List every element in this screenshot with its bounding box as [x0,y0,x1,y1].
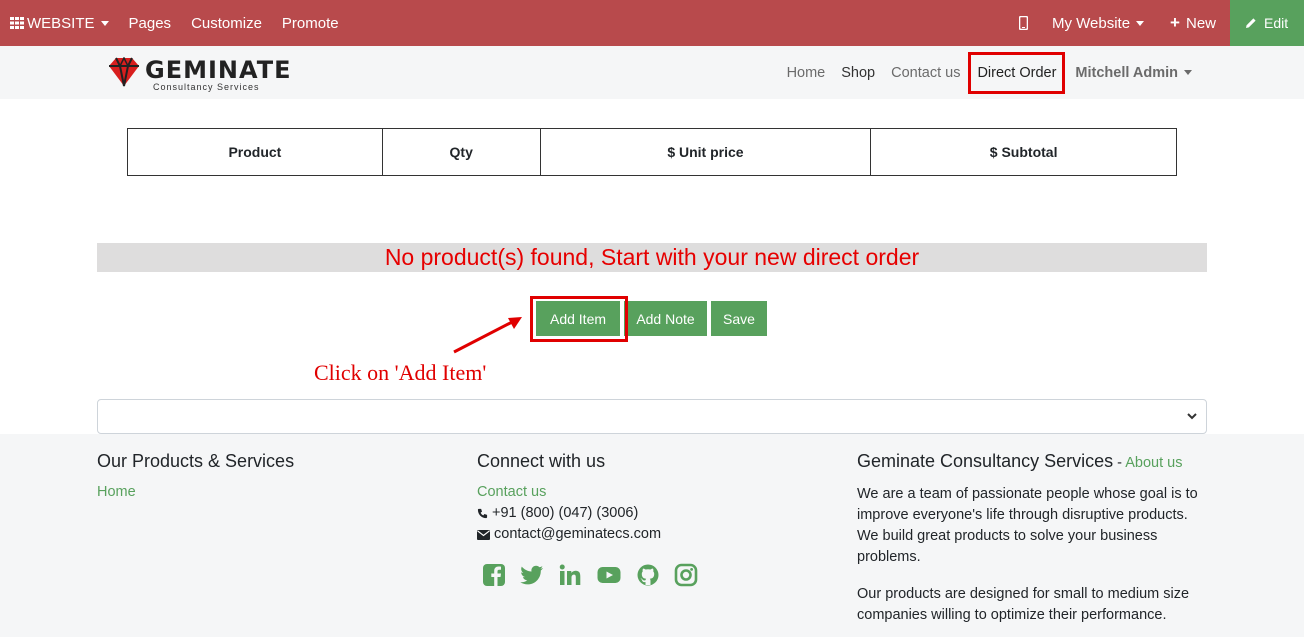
my-website-label: My Website [1051,14,1131,32]
save-button[interactable]: Save [711,301,767,336]
footer-heading-separator: - [1113,455,1126,471]
github-icon[interactable] [636,563,660,587]
chevron-down-icon [1187,413,1197,420]
footer-products-column: Our Products & Services Home [97,451,437,503]
column-header-qty: Qty [381,128,541,176]
table-header-row: Product Qty $ Unit price $ Subtotal [127,128,1177,176]
chevron-down-icon [100,20,109,26]
company-logo[interactable]: GEMINATE Consultancy Services [107,56,290,92]
site-header: GEMINATE Consultancy Services Home Shop … [0,46,1304,99]
main-nav: Home Shop Contact us Direct Order Mitche… [779,46,1200,99]
footer-contact-link[interactable]: Contact us [477,482,817,503]
order-table: Product Qty $ Unit price $ Subtotal [127,128,1177,176]
pages-menu[interactable]: Pages [119,0,182,46]
footer-email-address: contact@geminatecs.com [494,526,662,542]
phone-icon [477,508,488,519]
column-header-subtotal: $ Subtotal [870,128,1177,176]
logo-subtitle: Consultancy Services [153,82,260,92]
promote-menu[interactable]: Promote [272,0,349,46]
logo-text: GEMINATE [145,56,292,84]
customize-menu[interactable]: Customize [181,0,272,46]
edit-button[interactable]: Edit [1230,0,1304,46]
twitter-icon[interactable] [520,563,544,587]
envelope-icon [477,529,490,540]
footer-phone-number: +91 (800) (047) (3006) [492,505,639,521]
facebook-icon[interactable] [482,563,506,587]
site-footer: Our Products & Services Home Connect wit… [0,434,1304,637]
footer-connect-heading: Connect with us [477,451,606,471]
new-button[interactable]: + New [1164,0,1222,46]
plus-icon: + [1170,13,1180,32]
add-note-button[interactable]: Add Note [624,301,707,336]
chevron-down-icon [1184,70,1192,75]
nav-direct-order[interactable]: Direct Order [968,51,1066,94]
linkedin-icon[interactable] [558,563,582,587]
admin-top-bar: WEBSITE Pages Customize Promote My Websi… [0,0,1304,46]
user-menu[interactable]: Mitchell Admin [1067,65,1200,81]
footer-products-heading: Our Products & Services [97,451,295,471]
social-links [482,563,817,587]
footer-home-link[interactable]: Home [97,482,437,503]
user-name: Mitchell Admin [1075,64,1178,81]
nav-home[interactable]: Home [779,65,834,81]
pencil-icon [1246,18,1256,28]
footer-about-heading: Geminate Consultancy Services - About us [857,451,1207,474]
new-button-label: New [1185,14,1216,32]
footer-phone: +91 (800) (047) (3006) [477,503,817,524]
footer-about-link[interactable]: About us [1125,455,1182,471]
chevron-down-icon [1136,20,1145,26]
footer-company-name: Geminate Consultancy Services [857,451,1114,471]
diamond-logo-icon [109,57,139,87]
youtube-icon[interactable] [596,563,622,587]
website-menu[interactable]: WEBSITE [0,0,119,46]
annotation-text: Click on 'Add Item' [314,360,487,385]
instagram-icon[interactable] [674,563,698,587]
footer-email: contact@geminatecs.com [477,524,817,545]
footer-about-paragraph-1: We are a team of passionate people whose… [857,486,1198,565]
website-menu-label: WEBSITE [27,14,95,32]
mobile-phone-icon [1018,16,1028,30]
add-item-highlight-box [530,296,628,342]
my-website-menu[interactable]: My Website [1046,0,1164,46]
edit-button-label: Edit [1264,15,1289,31]
column-header-product: Product [127,128,383,176]
annotation-arrow-icon [453,317,522,354]
nav-shop[interactable]: Shop [833,65,883,81]
footer-about-paragraph-2: Our products are designed for small to m… [857,586,1190,623]
column-header-unit-price: $ Unit price [539,128,872,176]
empty-order-banner: No product(s) found, Start with your new… [97,243,1207,272]
product-select[interactable] [97,399,1207,434]
footer-about-column: Geminate Consultancy Services - About us… [857,451,1207,626]
nav-contact-us[interactable]: Contact us [883,65,968,81]
footer-connect-column: Connect with us Contact us +91 (800) (04… [477,451,817,587]
apps-grid-icon [10,17,24,29]
mobile-preview-button[interactable] [1001,0,1046,46]
